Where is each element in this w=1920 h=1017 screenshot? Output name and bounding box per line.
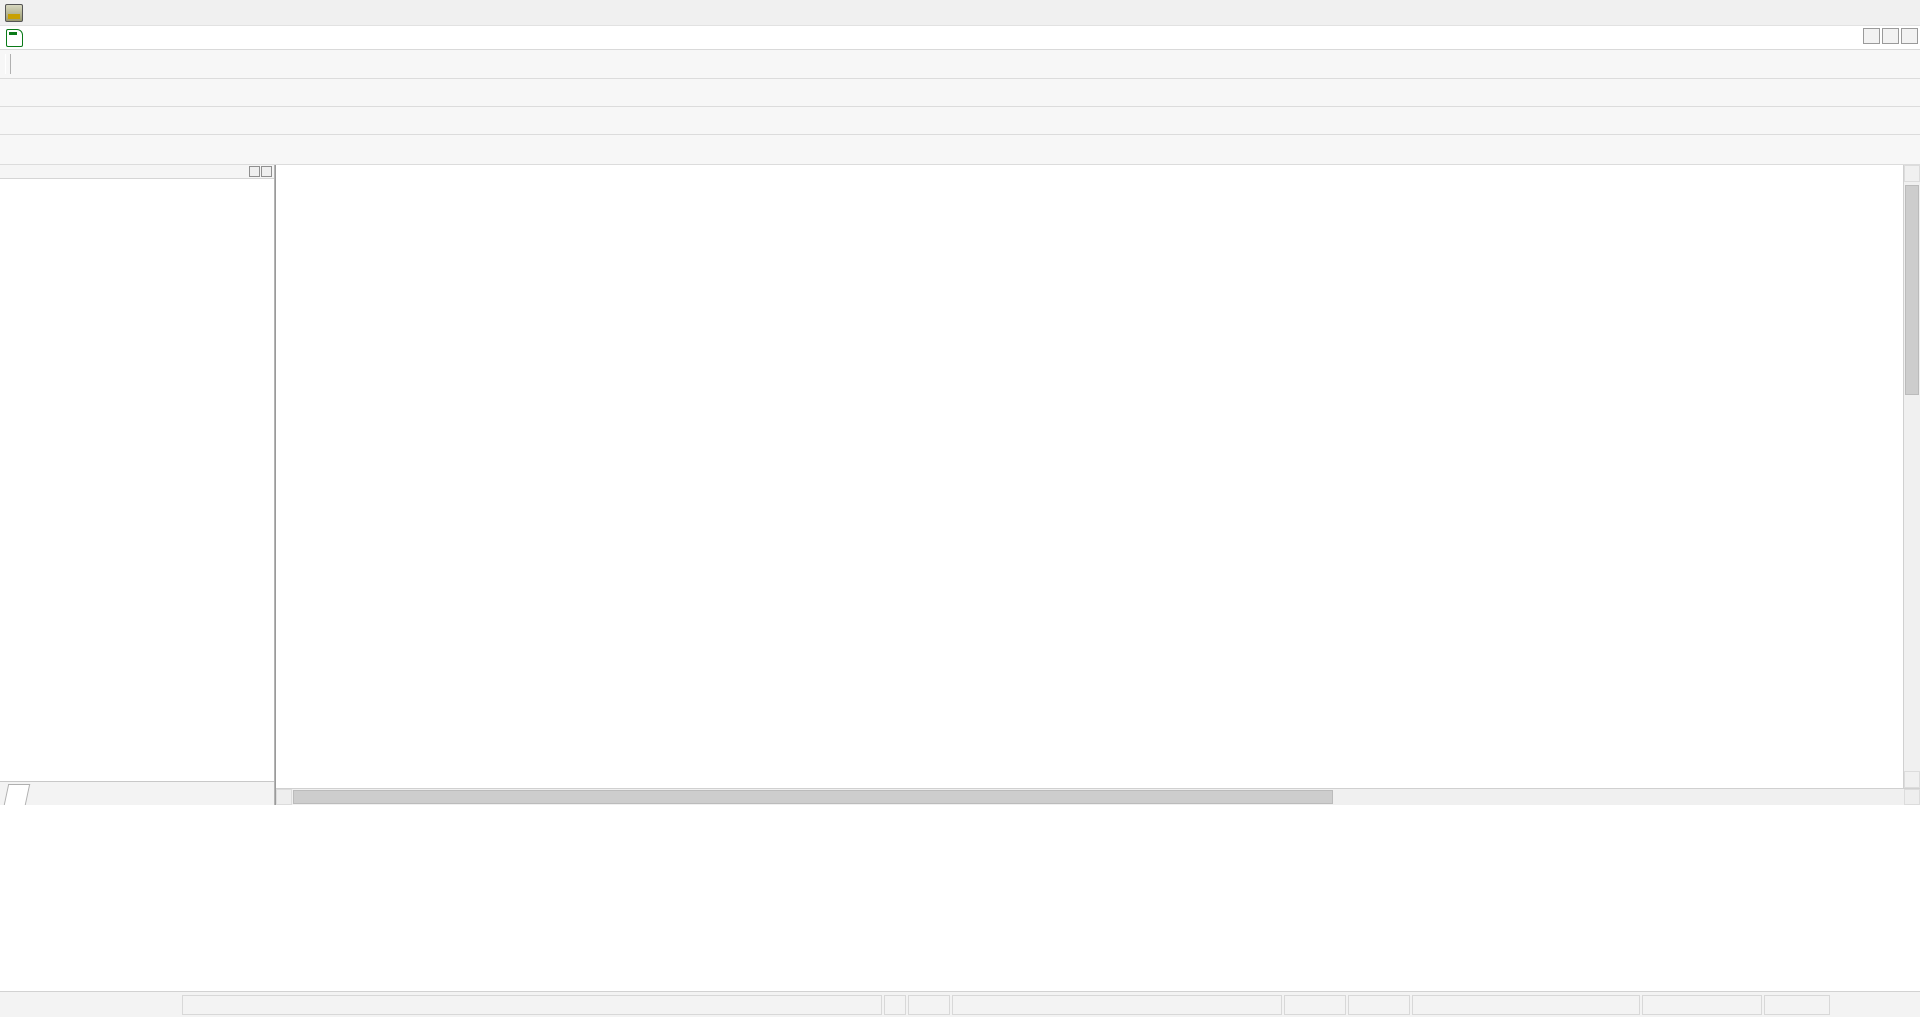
scroll-right-icon[interactable] [1904, 789, 1920, 805]
close-button[interactable] [1872, 0, 1920, 26]
toolbar-grip[interactable] [5, 54, 11, 74]
diagram-toolbar [0, 79, 1920, 107]
maximize-button[interactable] [1826, 0, 1872, 26]
symbol-toolbar [0, 135, 1920, 165]
menu-item-tools[interactable] [156, 36, 174, 40]
status-spacer-4 [1284, 994, 1346, 1015]
menu-item-file[interactable] [30, 36, 48, 40]
menu-item-insert[interactable] [84, 36, 102, 40]
mdi-window-controls [1863, 28, 1918, 44]
pane-titlebar [0, 165, 274, 179]
menu-item-plc[interactable] [102, 36, 120, 40]
scroll-up-icon[interactable] [1904, 165, 1920, 182]
horizontal-scroll-thumb[interactable] [293, 790, 1333, 804]
view-toolbar [0, 107, 1920, 135]
standard-toolbar [0, 50, 1920, 79]
ladder-canvas[interactable] [276, 165, 1903, 788]
status-spacer-5 [1348, 994, 1410, 1015]
ladder-horizontal-scrollbar[interactable] [276, 788, 1920, 805]
menu-item-simulation[interactable] [138, 36, 156, 40]
status-num-lock [1764, 994, 1830, 1015]
project-tree [0, 179, 274, 781]
window-titlebar [0, 0, 1920, 26]
status-plc-info [952, 994, 1282, 1015]
status-rung-position [1412, 994, 1640, 1015]
status-spacer-2 [884, 994, 906, 1015]
project-workspace-pane [0, 165, 275, 805]
pane-close-button[interactable] [261, 166, 272, 177]
menubar [0, 26, 1920, 50]
mdi-close-button[interactable] [1901, 28, 1918, 44]
status-mode [1642, 994, 1762, 1015]
scroll-down-icon[interactable] [1904, 771, 1920, 788]
scroll-left-icon[interactable] [276, 789, 292, 805]
minimize-button[interactable] [1780, 0, 1826, 26]
ladder-editor[interactable] [275, 165, 1920, 805]
mdi-restore-button[interactable] [1882, 28, 1899, 44]
menu-item-window[interactable] [174, 36, 192, 40]
menu-item-edit[interactable] [48, 36, 66, 40]
program-doc-icon [6, 28, 23, 47]
pane-minimize-button[interactable] [249, 166, 260, 177]
window-controls [1780, 0, 1920, 26]
status-help-text [0, 995, 180, 1015]
menu-item-program[interactable] [120, 36, 138, 40]
cx-programmer-icon [5, 3, 23, 22]
vertical-scroll-thumb[interactable] [1905, 185, 1919, 395]
mdi-minimize-button[interactable] [1863, 28, 1880, 44]
ladder-vertical-scrollbar[interactable] [1903, 165, 1920, 788]
menu-item-help[interactable] [192, 36, 210, 40]
main-split [0, 165, 1920, 805]
pane-tabstrip [0, 781, 274, 805]
status-spacer-3 [908, 994, 950, 1015]
statusbar [0, 991, 1920, 1017]
tab-project[interactable] [3, 784, 31, 805]
status-spacer-1 [182, 994, 882, 1015]
menu-item-view[interactable] [66, 36, 84, 40]
